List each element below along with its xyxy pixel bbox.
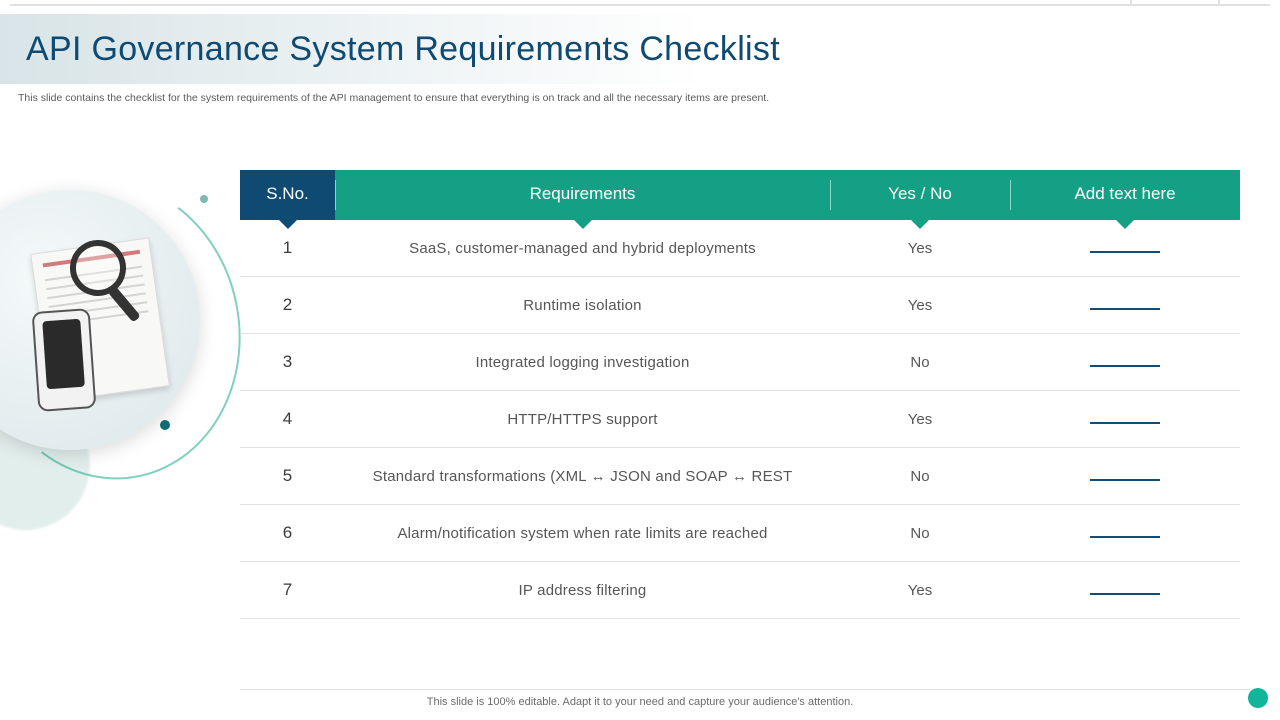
col-header-requirements-label: Requirements — [530, 184, 636, 203]
table-row: 1SaaS, customer-managed and hybrid deplo… — [240, 220, 1240, 277]
phone-calculator-icon — [32, 308, 97, 412]
table-row: 7IP address filteringYes — [240, 562, 1240, 619]
col-header-yesno: Yes / No — [830, 170, 1010, 220]
table-row: 4HTTP/HTTPS supportYes — [240, 391, 1240, 448]
decorative-dot — [160, 420, 170, 430]
cell-addtext[interactable] — [1010, 391, 1240, 448]
col-header-requirements: Requirements — [335, 170, 830, 220]
footer-separator — [240, 689, 1250, 690]
cell-addtext[interactable] — [1010, 505, 1240, 562]
cell-addtext[interactable] — [1010, 277, 1240, 334]
cell-yesno: No — [830, 448, 1010, 505]
corner-dot-icon — [1248, 688, 1268, 708]
title-band: API Governance System Requirements Check… — [0, 14, 1280, 84]
cell-requirement: HTTP/HTTPS support — [335, 391, 830, 448]
col-header-yesno-label: Yes / No — [888, 184, 952, 203]
cell-sno: 2 — [240, 277, 335, 334]
cell-yesno: Yes — [830, 562, 1010, 619]
cell-addtext[interactable] — [1010, 562, 1240, 619]
decorative-dot — [200, 195, 208, 203]
table-row: 2Runtime isolationYes — [240, 277, 1240, 334]
col-header-sno-label: S.No. — [266, 184, 309, 203]
cell-requirement: IP address filtering — [335, 562, 830, 619]
top-right-accent — [1130, 0, 1220, 6]
cell-sno: 7 — [240, 562, 335, 619]
table-row: 6Alarm/notification system when rate lim… — [240, 505, 1240, 562]
cell-requirement: Runtime isolation — [335, 277, 830, 334]
requirements-table-wrap: S.No. Requirements Yes / No Add text her… — [240, 170, 1240, 619]
decorative-image-circle — [0, 190, 200, 450]
table-row: 5Standard transformations (XML ↔ JSON an… — [240, 448, 1240, 505]
col-header-addtext-label: Add text here — [1074, 184, 1175, 203]
cell-addtext[interactable] — [1010, 334, 1240, 391]
cell-requirement: Alarm/notification system when rate limi… — [335, 505, 830, 562]
cell-sno: 3 — [240, 334, 335, 391]
cell-sno: 6 — [240, 505, 335, 562]
cell-sno: 4 — [240, 391, 335, 448]
cell-yesno: No — [830, 334, 1010, 391]
cell-sno: 5 — [240, 448, 335, 505]
footer-note: This slide is 100% editable. Adapt it to… — [0, 696, 1280, 708]
requirements-table: S.No. Requirements Yes / No Add text her… — [240, 170, 1240, 619]
cell-requirement: Standard transformations (XML ↔ JSON and… — [335, 448, 830, 505]
col-header-sno: S.No. — [240, 170, 335, 220]
cell-yesno: Yes — [830, 391, 1010, 448]
col-header-addtext: Add text here — [1010, 170, 1240, 220]
cell-yesno: No — [830, 505, 1010, 562]
cell-requirement: Integrated logging investigation — [335, 334, 830, 391]
table-row: 3Integrated logging investigationNo — [240, 334, 1240, 391]
slide-title: API Governance System Requirements Check… — [26, 30, 780, 69]
top-border — [10, 4, 1270, 6]
cell-yesno: Yes — [830, 277, 1010, 334]
slide-subtitle: This slide contains the checklist for th… — [18, 92, 769, 104]
cell-addtext[interactable] — [1010, 448, 1240, 505]
